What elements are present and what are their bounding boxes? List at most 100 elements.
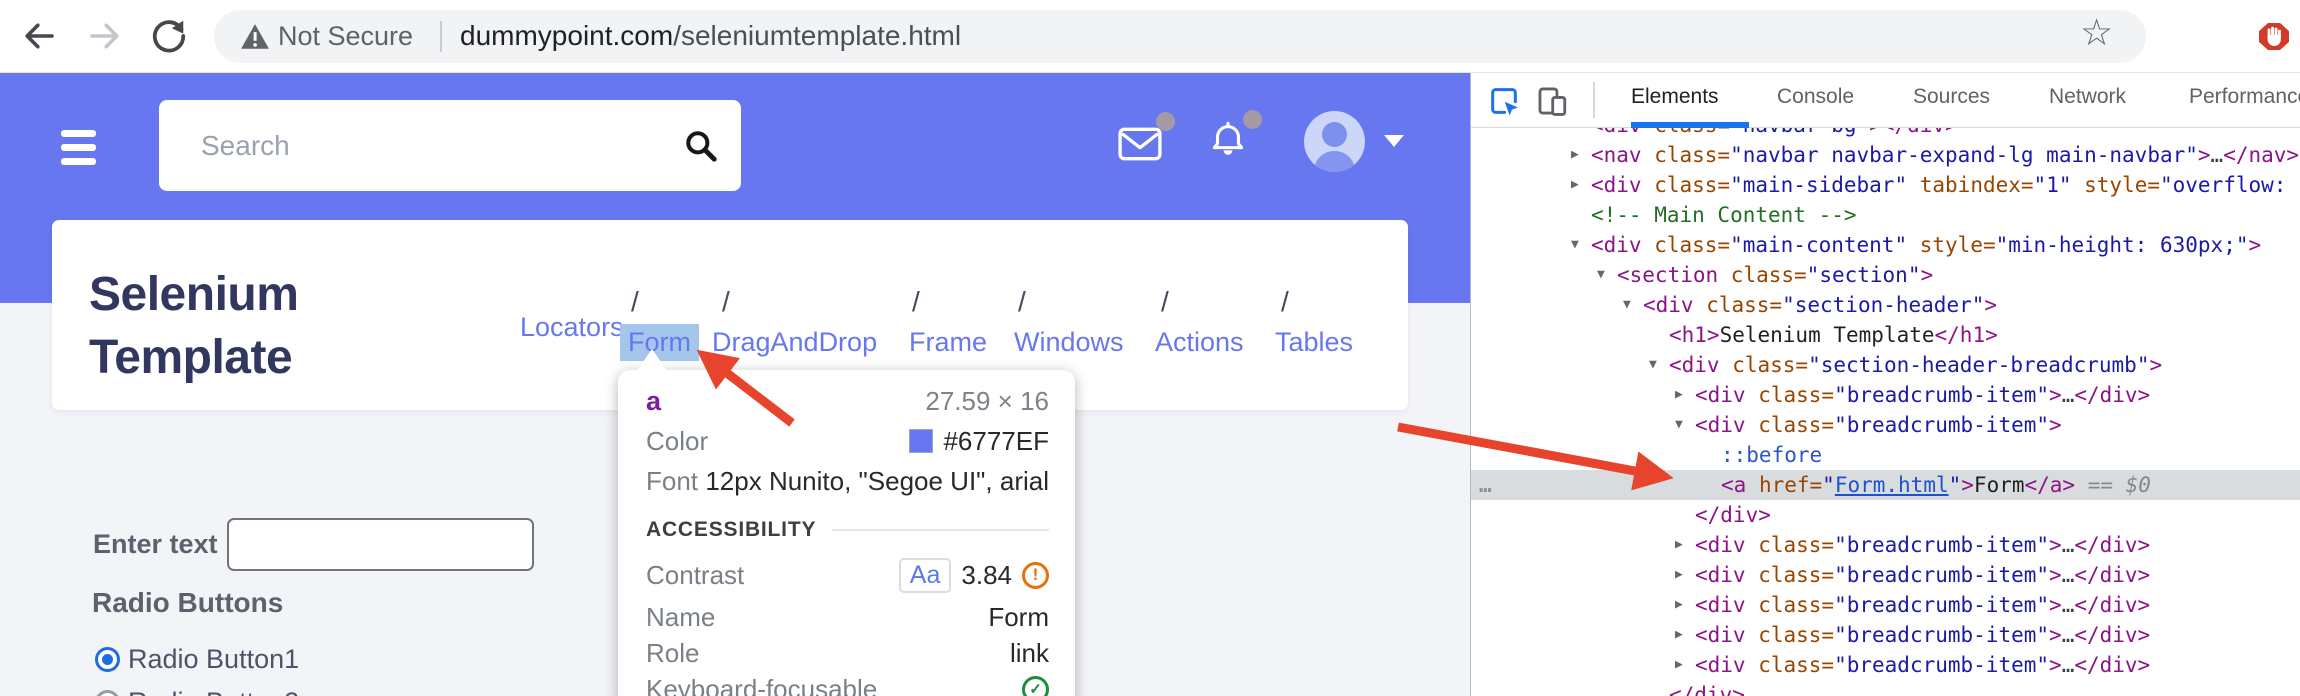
breadcrumb-item-locators[interactable]: Locators	[520, 312, 624, 343]
page-title: Selenium Template	[89, 263, 419, 389]
code-line[interactable]: ▶<div class="breadcrumb-item">…</div>	[1471, 530, 2300, 560]
tab-network[interactable]: Network	[2049, 85, 2126, 109]
notifications-badge-dot	[1243, 110, 1262, 129]
breadcrumb-item-tables[interactable]: Tables	[1275, 327, 1353, 358]
collapse-arrow-icon[interactable]: ▶	[1675, 590, 1683, 620]
code-text: <section class="section">	[1471, 260, 2300, 290]
breadcrumb-item-windows[interactable]: Windows	[1014, 327, 1124, 358]
tab-elements[interactable]: Elements	[1631, 85, 1719, 109]
breadcrumb-item-frame[interactable]: Frame	[909, 327, 987, 358]
collapse-arrow-icon[interactable]: ▶	[1571, 140, 1579, 170]
expand-arrow-icon[interactable]: ▼	[1597, 260, 1605, 290]
search-icon[interactable]	[683, 128, 719, 164]
code-line[interactable]: ▶<div class="breadcrumb-item">…</div>	[1471, 650, 2300, 680]
code-text: <div class="main-content" style="min-hei…	[1471, 230, 2300, 260]
code-line[interactable]: ::before	[1471, 440, 2300, 470]
collapse-arrow-icon[interactable]: ▶	[1675, 560, 1683, 590]
bookmark-star-icon[interactable]: ☆	[2080, 11, 2113, 54]
breadcrumb-separator: /	[1281, 286, 1289, 318]
collapse-arrow-icon[interactable]: ▶	[1675, 380, 1683, 410]
code-line[interactable]: ▶<div class="breadcrumb-item">…</div>	[1471, 590, 2300, 620]
url-path: /seleniumtemplate.html	[673, 20, 961, 51]
code-text: <div class="breadcrumb-item">	[1471, 410, 2300, 440]
chevron-down-icon[interactable]	[1384, 135, 1404, 147]
forward-icon[interactable]	[86, 17, 124, 55]
toolbar-divider	[1593, 82, 1595, 118]
adblock-extension-icon[interactable]	[2259, 23, 2289, 50]
inspect-element-icon[interactable]	[1487, 84, 1521, 118]
devtools-panel: Elements Console Sources Network Performance…	[1470, 73, 2300, 696]
breadcrumb-item-draganddrop[interactable]: DragAndDrop	[712, 327, 877, 358]
code-line[interactable]: ▼<div class="breadcrumb-item">	[1471, 410, 2300, 440]
tooltip-caret	[636, 349, 668, 372]
code-line[interactable]: ▶<div class="breadcrumb-item">…</div>	[1471, 380, 2300, 410]
radio-group-label: Radio Buttons	[92, 587, 283, 619]
tooltip-contrast-value: 3.84	[961, 560, 1012, 591]
back-icon[interactable]	[20, 17, 58, 55]
tooltip-name-value: Form	[988, 602, 1049, 633]
radio-label: Radio Button2	[128, 687, 299, 696]
code-line[interactable]: ▶<div class="breadcrumb-item">…</div>	[1471, 560, 2300, 590]
code-line[interactable]: ▶<div class="breadcrumb-item">…</div>	[1471, 620, 2300, 650]
radio-button-unchecked-icon[interactable]	[95, 690, 120, 696]
code-gutter-ellipsis[interactable]: …	[1479, 470, 1494, 500]
breadcrumb-item-actions[interactable]: Actions	[1155, 327, 1244, 358]
url-bar[interactable]: Not Secure dummypoint.com/seleniumtempla…	[214, 10, 2146, 63]
code-line[interactable]: ▼<div class="section-header">	[1471, 290, 2300, 320]
collapse-arrow-icon[interactable]: ▶	[1571, 170, 1579, 200]
tooltip-font-label: Font	[646, 466, 698, 497]
code-line[interactable]: ▼<section class="section">	[1471, 260, 2300, 290]
messages-envelope-icon[interactable]	[1118, 127, 1162, 161]
code-line[interactable]: ▶<div class="main-sidebar" tabindex="1" …	[1471, 170, 2300, 200]
code-line[interactable]: </div>	[1471, 500, 2300, 530]
code-line[interactable]: ▶<nav class="navbar navbar-expand-lg mai…	[1471, 140, 2300, 170]
code-line[interactable]: </div>	[1471, 680, 2300, 696]
code-line[interactable]: <h1>Selenium Template</h1>	[1471, 320, 2300, 350]
code-text: </div>	[1471, 680, 2300, 696]
tooltip-dimensions: 27.59 × 16	[925, 386, 1049, 417]
tab-performance[interactable]: Performance	[2189, 85, 2300, 109]
divider-line	[832, 529, 1049, 531]
code-text: ::before	[1471, 440, 2300, 470]
code-line[interactable]: ▼<div class="section-header-breadcrumb">	[1471, 350, 2300, 380]
enter-text-label: Enter text	[93, 529, 218, 560]
code-line[interactable]: …<a href="Form.html">Form</a> == $0	[1471, 470, 2300, 500]
hand-icon	[2259, 23, 2289, 50]
url-text[interactable]: dummypoint.com/seleniumtemplate.html	[460, 20, 961, 52]
device-toolbar-icon[interactable]	[1535, 84, 1569, 118]
code-text: <nav class="navbar navbar-expand-lg main…	[1471, 140, 2300, 170]
code-line[interactable]: <!-- Main Content -->	[1471, 200, 2300, 230]
radio-label: Radio Button1	[128, 644, 299, 675]
omnibox-divider	[440, 21, 442, 52]
expand-arrow-icon[interactable]: ▼	[1571, 230, 1579, 260]
breadcrumb-separator: /	[912, 286, 920, 318]
avatar[interactable]	[1304, 111, 1365, 172]
tooltip-font-value: 12px Nunito, "Segoe UI", arial	[705, 466, 1049, 497]
browser-toolbar: Not Secure dummypoint.com/seleniumtempla…	[0, 0, 2300, 73]
collapse-arrow-icon[interactable]: ▶	[1675, 650, 1683, 680]
search-box	[159, 100, 741, 191]
tooltip-name-label: Name	[646, 602, 715, 633]
code-line[interactable]: <div class="navbar-bg"></div>	[1471, 128, 2300, 140]
contrast-warning-icon: !	[1022, 562, 1049, 589]
radio-button-checked-icon[interactable]	[95, 647, 120, 672]
search-input[interactable]	[199, 100, 639, 191]
collapse-arrow-icon[interactable]: ▶	[1675, 530, 1683, 560]
messages-badge-dot	[1156, 112, 1175, 131]
notifications-bell-icon[interactable]	[1207, 119, 1249, 163]
contrast-sample: Aa	[899, 558, 952, 593]
security-status[interactable]: Not Secure	[278, 21, 413, 52]
inspect-tooltip: a 27.59 × 16 Color #6777EF Font 12px Nun…	[618, 370, 1075, 696]
code-line[interactable]: ▼<div class="main-content" style="min-he…	[1471, 230, 2300, 260]
tab-console[interactable]: Console	[1777, 85, 1854, 109]
expand-arrow-icon[interactable]: ▼	[1649, 350, 1657, 380]
text-input[interactable]	[227, 518, 534, 571]
expand-arrow-icon[interactable]: ▼	[1623, 290, 1631, 320]
code-text: <div class="breadcrumb-item">…</div>	[1471, 650, 2300, 680]
tooltip-accessibility-title: ACCESSIBILITY	[646, 518, 816, 542]
collapse-arrow-icon[interactable]: ▶	[1675, 620, 1683, 650]
reload-icon[interactable]	[150, 17, 188, 55]
tab-sources[interactable]: Sources	[1913, 85, 1990, 109]
tooltip-color-label: Color	[646, 426, 708, 457]
expand-arrow-icon[interactable]: ▼	[1675, 410, 1683, 440]
